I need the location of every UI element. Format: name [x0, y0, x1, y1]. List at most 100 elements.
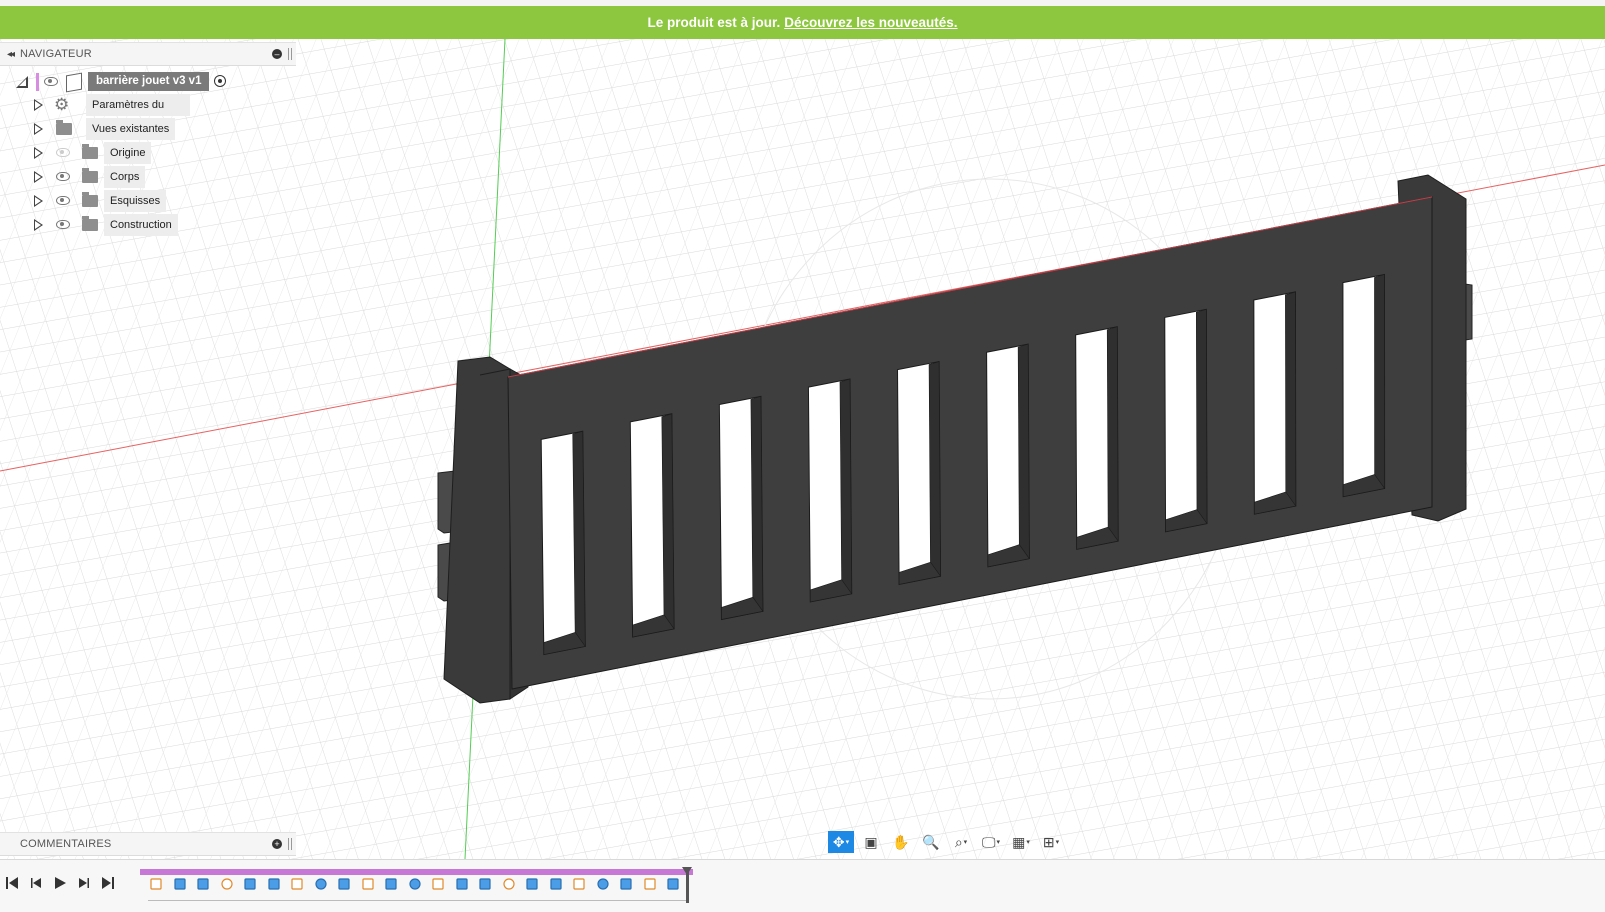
canvas-viewport[interactable] — [0, 39, 1605, 859]
slot-wall — [1285, 291, 1297, 507]
timeline-feature-icon[interactable] — [219, 876, 235, 892]
slot-wall — [1017, 343, 1030, 560]
timeline-feature-icon[interactable] — [336, 876, 352, 892]
timeline-feature-icon[interactable] — [242, 876, 258, 892]
timeline-feature-icon[interactable] — [548, 876, 564, 892]
comments-title: COMMENTAIRES — [20, 838, 112, 850]
slot-wall — [928, 361, 941, 577]
timeline-feature-icon[interactable] — [313, 876, 329, 892]
comments-header[interactable]: COMMENTAIRES + — [0, 832, 296, 856]
folder-icon — [82, 168, 98, 183]
fit-icon[interactable]: ⌕ ▾ — [948, 831, 974, 853]
timeline-feature-icon[interactable] — [524, 876, 540, 892]
navigator-item[interactable]: Esquisses — [0, 190, 190, 212]
root-component-label[interactable]: barrière jouet v3 v1 — [88, 72, 210, 91]
timeline-feature-icon[interactable] — [665, 876, 681, 892]
expand-icon[interactable] — [34, 219, 43, 231]
display-settings-icon[interactable]: 🖵 ▾ — [978, 831, 1004, 853]
timeline-feature-icon[interactable] — [477, 876, 493, 892]
navigator-item-label: Paramètres du document — [86, 94, 190, 133]
slot-wall — [839, 378, 853, 595]
timeline-bar — [0, 859, 1605, 912]
navigator-item-label: Origine — [104, 142, 152, 164]
navigator-item-label: Construction — [104, 214, 178, 236]
update-banner: Le produit est à jour. Découvrez les nou… — [0, 6, 1605, 39]
add-comment-icon[interactable]: + — [272, 839, 282, 849]
timeline-feature-icon[interactable] — [642, 876, 658, 892]
navigator-item[interactable]: Origine — [0, 142, 190, 164]
panel-grip-icon[interactable] — [288, 48, 292, 60]
expand-icon[interactable] — [34, 195, 43, 207]
last-step-icon[interactable] — [100, 875, 116, 891]
navigator-root[interactable]: barrière jouet v3 v1 — [0, 70, 240, 94]
timeline-feature-icon[interactable] — [383, 876, 399, 892]
timeline-feature-icon[interactable] — [407, 876, 423, 892]
timeline-feature-icon[interactable] — [618, 876, 634, 892]
previous-step-icon[interactable] — [28, 875, 44, 891]
timeline-feature-icon[interactable] — [454, 876, 470, 892]
navigator-item[interactable]: Corps — [0, 166, 190, 188]
navigator-item[interactable]: Vues existantes — [0, 118, 190, 140]
slot-wall — [1195, 308, 1208, 524]
navigator-item-label: Corps — [104, 166, 146, 188]
zoom-icon[interactable]: 🔍 — [918, 831, 944, 853]
navigator-header[interactable]: ◂◂ NAVIGATEUR – — [0, 42, 296, 66]
eye-icon[interactable] — [56, 148, 70, 157]
navigator-item[interactable]: ⚙ Paramètres du document — [0, 94, 190, 133]
activate-radio-icon[interactable] — [214, 75, 226, 87]
orbit-icon[interactable]: ✥ ▾ — [828, 831, 854, 853]
timeline-feature-icon[interactable] — [501, 876, 517, 892]
slot-wall — [661, 413, 675, 630]
collapse-root-icon[interactable] — [16, 76, 28, 88]
navigation-toolbar: ✥ ▾ ▣ ✋ 🔍 ⌕ ▾ 🖵 ▾ ▦ ▾ ⊞ ▾ — [828, 830, 1064, 854]
folder-icon — [82, 192, 98, 207]
slot-wall — [1106, 326, 1119, 542]
timeline-feature-icon[interactable] — [172, 876, 188, 892]
eye-icon[interactable] — [44, 77, 58, 86]
folder-icon — [82, 216, 98, 231]
timeline-feature-icon[interactable] — [595, 876, 611, 892]
active-indicator — [36, 73, 39, 91]
expand-icon[interactable] — [34, 147, 43, 159]
timeline-feature-icon[interactable] — [430, 876, 446, 892]
banner-text: Le produit est à jour. — [647, 15, 781, 30]
navigator-item-label: Vues existantes — [86, 118, 176, 140]
navigator-item-label: Esquisses — [104, 190, 167, 212]
expand-icon[interactable] — [34, 171, 43, 183]
timeline-track[interactable] — [140, 869, 693, 875]
banner-link[interactable]: Découvrez les nouveautés. — [784, 15, 957, 30]
timeline-feature-icon[interactable] — [571, 876, 587, 892]
timeline-feature-icon[interactable] — [289, 876, 305, 892]
panel-grip-icon[interactable] — [288, 838, 292, 850]
next-step-icon[interactable] — [76, 875, 92, 891]
timeline-feature-icon[interactable] — [266, 876, 282, 892]
navigator-title: NAVIGATEUR — [20, 48, 92, 60]
component-icon — [66, 72, 82, 93]
timeline-controls — [4, 875, 116, 891]
slot-wall — [1374, 274, 1385, 489]
minimize-icon[interactable]: – — [272, 49, 282, 59]
slot-wall — [750, 395, 764, 612]
eye-icon[interactable] — [56, 220, 70, 229]
eye-icon[interactable] — [56, 172, 70, 181]
play-icon[interactable] — [52, 875, 68, 891]
pan-icon[interactable]: ✋ — [888, 831, 914, 853]
eye-icon[interactable] — [56, 196, 70, 205]
folder-icon — [56, 120, 72, 135]
timeline-marker[interactable] — [682, 867, 692, 903]
navigator-item[interactable]: Construction — [0, 214, 190, 236]
grid-settings-icon[interactable]: ▦ ▾ — [1008, 831, 1034, 853]
look-at-icon[interactable]: ▣ — [858, 831, 884, 853]
timeline-feature-icon[interactable] — [360, 876, 376, 892]
gear-icon: ⚙ — [54, 95, 70, 114]
timeline-feature-icon[interactable] — [148, 876, 164, 892]
folder-icon — [82, 144, 98, 159]
timeline-ruler — [148, 896, 686, 901]
expand-icon[interactable] — [34, 123, 43, 135]
timeline-feature-icon[interactable] — [195, 876, 211, 892]
expand-icon[interactable] — [34, 99, 43, 111]
viewports-icon[interactable]: ⊞ ▾ — [1038, 831, 1064, 853]
first-step-icon[interactable] — [4, 875, 20, 891]
scene-svg — [0, 39, 1605, 859]
collapse-panel-icon[interactable]: ◂◂ — [0, 49, 20, 60]
